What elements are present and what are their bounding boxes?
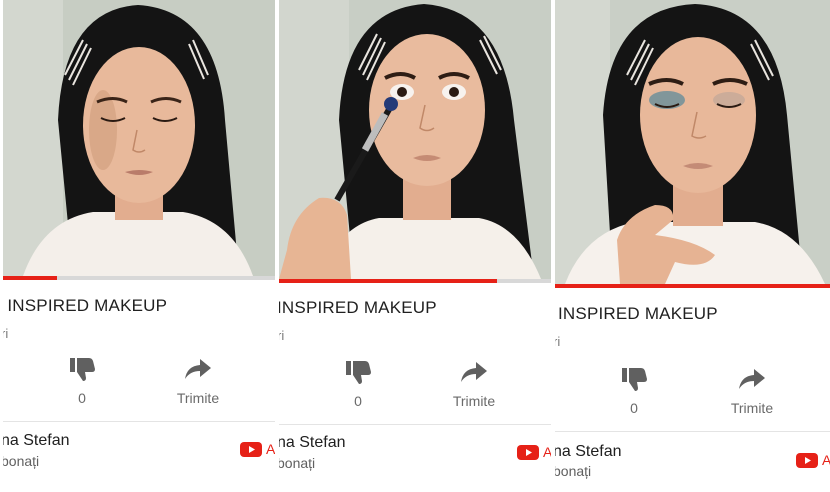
- share-arrow-icon: [739, 369, 765, 389]
- subscribe-button[interactable]: A: [266, 441, 275, 457]
- share-button[interactable]: Trimite: [429, 359, 519, 409]
- dislike-button[interactable]: 0: [313, 359, 403, 409]
- video-title: INSPIRED MAKEUP: [279, 298, 437, 317]
- video-player[interactable]: [279, 0, 551, 279]
- dislike-count: 0: [354, 393, 362, 409]
- video-title: INSPIRED MAKEUP: [558, 304, 718, 323]
- progress-fill: [3, 276, 58, 280]
- thumbs-down-icon: [346, 361, 371, 384]
- divider: [555, 431, 830, 432]
- dislike-button[interactable]: 0: [589, 366, 679, 416]
- thumbs-down-icon: [70, 358, 95, 381]
- subscriber-count: bonați: [3, 453, 40, 469]
- channel-name[interactable]: na Stefan: [3, 432, 70, 450]
- divider: [279, 424, 551, 425]
- subscriber-count: bonați: [555, 463, 592, 479]
- video-panel-2: INSPIRED MAKEUP ri 0 Trimite na Stefan b…: [279, 0, 551, 492]
- subscriber-count: bonați: [279, 455, 316, 471]
- youtube-logo-icon[interactable]: [240, 442, 262, 457]
- share-button[interactable]: Trimite: [153, 356, 243, 406]
- video-title: ' INSPIRED MAKEUP: [3, 296, 168, 315]
- share-label: Trimite: [176, 390, 220, 406]
- divider: [3, 421, 275, 422]
- dislike-count: 0: [78, 390, 86, 406]
- video-frame-eyeshadow-look: [555, 0, 830, 284]
- channel-name[interactable]: na Stefan: [279, 434, 346, 452]
- youtube-logo-icon[interactable]: [796, 453, 818, 468]
- video-player[interactable]: [3, 0, 275, 276]
- dislike-button[interactable]: 0: [37, 356, 127, 406]
- share-button[interactable]: Trimite: [707, 366, 797, 416]
- progress-track[interactable]: [3, 276, 275, 280]
- thumbs-down-icon: [622, 368, 647, 391]
- subscribe-button[interactable]: A: [543, 444, 551, 460]
- video-panel-3: INSPIRED MAKEUP ri 0 Trimite na Stefan b…: [555, 0, 830, 492]
- video-panel-1: ' INSPIRED MAKEUP ri 0 Trimite na Stefan…: [3, 0, 275, 492]
- view-count: ri: [555, 334, 561, 349]
- subscribe-button[interactable]: A: [822, 452, 830, 468]
- progress-track[interactable]: [279, 279, 551, 283]
- dislike-count: 0: [630, 400, 638, 416]
- view-count: ri: [279, 328, 285, 343]
- video-player[interactable]: [555, 0, 830, 284]
- share-arrow-icon: [461, 362, 487, 382]
- share-arrow-icon: [185, 359, 211, 379]
- share-label: Trimite: [452, 393, 496, 409]
- video-frame-face-contour: [3, 0, 275, 276]
- progress-fill: [279, 279, 497, 283]
- progress-fill: [555, 284, 830, 288]
- progress-track[interactable]: [555, 284, 830, 288]
- video-frame-brush-application: [279, 0, 551, 279]
- channel-name[interactable]: na Stefan: [555, 443, 622, 461]
- share-label: Trimite: [730, 400, 774, 416]
- view-count: ri: [3, 326, 9, 341]
- youtube-logo-icon[interactable]: [517, 445, 539, 460]
